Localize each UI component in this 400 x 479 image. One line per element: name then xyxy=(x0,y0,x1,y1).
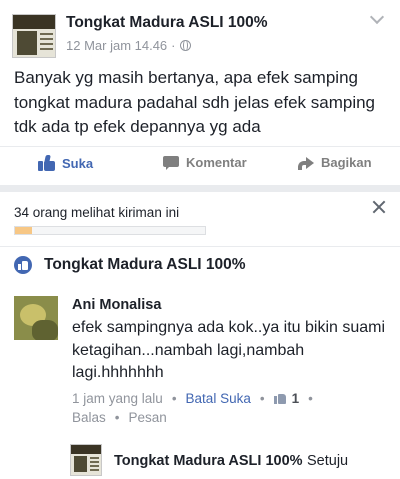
action-separator: • xyxy=(259,391,265,406)
commenting-as[interactable]: Tongkat Madura ASLI 100% xyxy=(14,256,246,274)
post-meta: 12 Mar jam 14.46 · xyxy=(66,38,191,53)
like-count: 1 xyxy=(291,391,300,406)
section-divider xyxy=(0,185,400,192)
like-label: Suka xyxy=(62,156,94,171)
views-progress-fill xyxy=(15,227,33,234)
reply-author[interactable]: Tongkat Madura ASLI 100% xyxy=(114,453,303,469)
commenting-as-name: Tongkat Madura ASLI 100% xyxy=(44,256,246,273)
thumbs-up-icon xyxy=(273,392,287,404)
globe-icon xyxy=(179,40,191,51)
reply: Tongkat Madura ASLI 100% Setuju xyxy=(114,452,348,470)
reply-button[interactable]: Balas xyxy=(72,410,106,425)
action-separator: • xyxy=(308,391,313,406)
page-name[interactable]: Tongkat Madura ASLI 100% xyxy=(66,14,268,32)
like-icon xyxy=(38,155,55,172)
chevron-down-icon[interactable] xyxy=(369,9,385,25)
reply-text: Setuju xyxy=(307,453,349,469)
views-progress-bar xyxy=(14,226,206,235)
comment-actions: 1 jam yang lalu • Batal Suka • 1 • Balas • Pesan xyxy=(72,389,392,427)
comment-time[interactable]: 1 jam yang lalu xyxy=(72,391,163,406)
reply-avatar[interactable] xyxy=(70,444,102,476)
share-button[interactable]: Bagikan xyxy=(297,155,372,170)
post-text: Banyak yg masih bertanya, apa efek sampi… xyxy=(14,68,376,136)
action-separator: • xyxy=(171,391,177,406)
comment-icon xyxy=(163,155,179,170)
unlike-button[interactable]: Batal Suka xyxy=(186,391,251,406)
meta-separator: · xyxy=(171,38,176,53)
action-separator: • xyxy=(114,410,120,425)
comment-avatar[interactable] xyxy=(14,296,58,340)
comment-like-count[interactable]: 1 xyxy=(273,391,300,406)
comment-text: efek sampingnya ada kok..ya itu bikin su… xyxy=(72,319,386,381)
action-bar: Suka Komentar Bagikan xyxy=(0,146,400,182)
comment-button[interactable]: Komentar xyxy=(163,155,247,170)
thumbs-up-badge-icon xyxy=(14,256,32,274)
close-icon[interactable] xyxy=(372,200,386,214)
views-text[interactable]: 34 orang melihat kiriman ini xyxy=(14,205,179,220)
message-button[interactable]: Pesan xyxy=(129,410,167,425)
comment-author[interactable]: Ani Monalisa xyxy=(72,297,161,313)
post-date[interactable]: 12 Mar jam 14.46 xyxy=(66,38,167,53)
page-avatar[interactable] xyxy=(12,14,56,58)
post-header: Tongkat Madura ASLI 100% 12 Mar jam 14.4… xyxy=(0,0,400,60)
comment-label: Komentar xyxy=(186,155,247,170)
row-divider xyxy=(0,246,400,247)
share-icon xyxy=(297,156,314,170)
like-button[interactable]: Suka xyxy=(38,155,93,172)
share-label: Bagikan xyxy=(321,155,372,170)
